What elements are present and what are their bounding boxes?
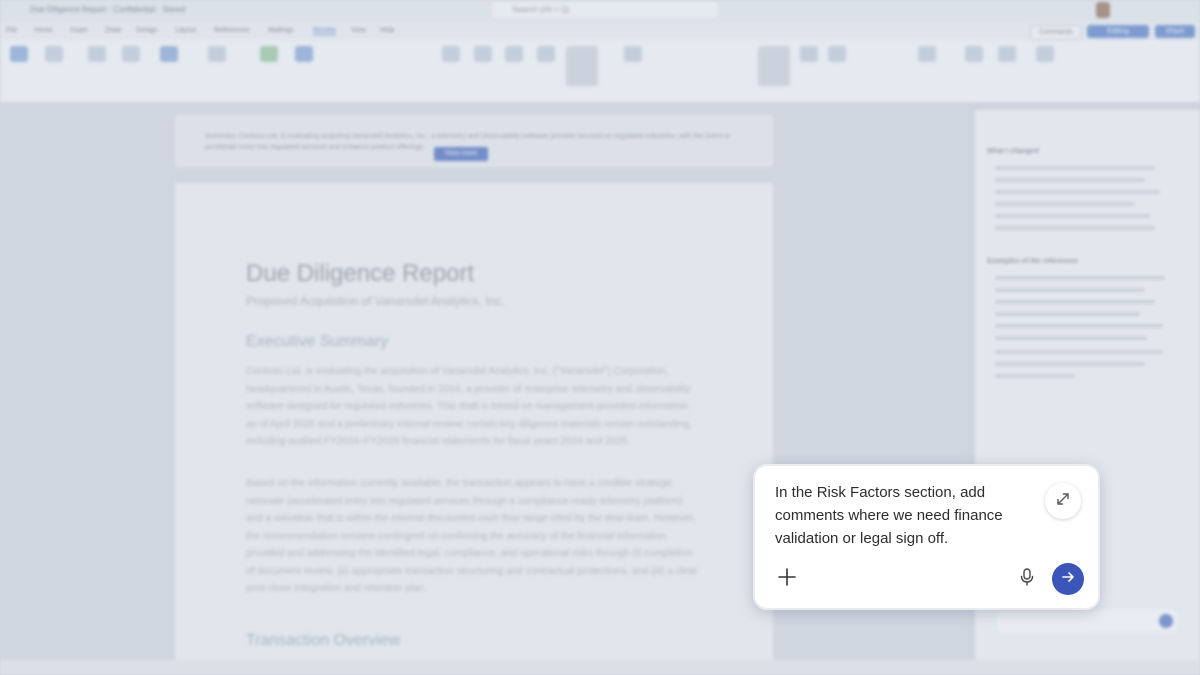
- arrow-right-icon: [1060, 569, 1076, 590]
- copilot-prompt-card: In the Risk Factors section, add comment…: [753, 464, 1100, 610]
- plus-icon: [777, 567, 797, 592]
- microphone-button[interactable]: [1015, 567, 1039, 591]
- expand-diagonal-icon: [1055, 491, 1071, 512]
- send-button[interactable]: [1052, 563, 1084, 595]
- microphone-icon: [1019, 567, 1035, 592]
- expand-button[interactable]: [1045, 483, 1081, 519]
- add-attachment-button[interactable]: [775, 567, 799, 591]
- prompt-input[interactable]: In the Risk Factors section, add comment…: [775, 481, 1033, 550]
